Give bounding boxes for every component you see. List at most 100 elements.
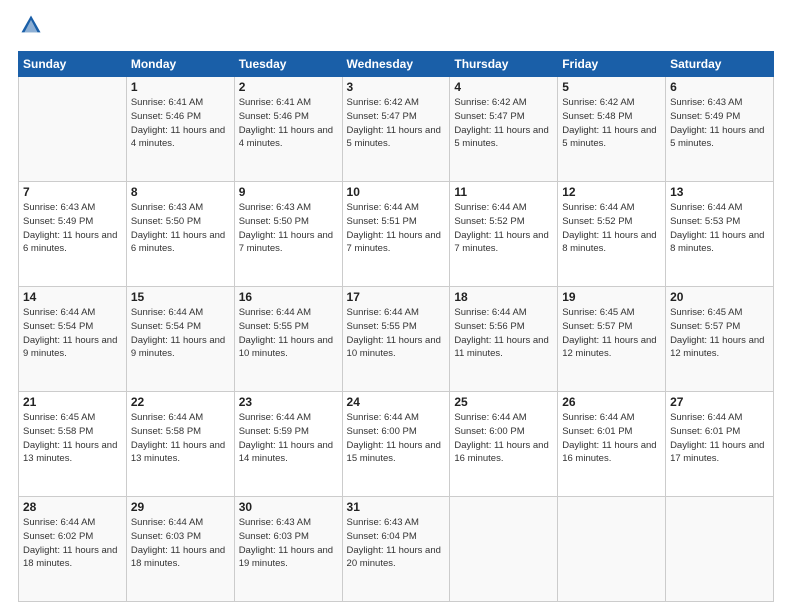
calendar-cell: 15 Sunrise: 6:44 AM Sunset: 5:54 PM Dayli… (126, 287, 234, 392)
calendar-week-row: 7Sunrise: 6:43 AM Sunset: 5:49 PM Daylig… (19, 182, 774, 287)
calendar-cell: 27Sunrise: 6:44 AM Sunset: 6:01 PM Dayli… (666, 392, 774, 497)
calendar-cell (666, 497, 774, 602)
day-number: 29 (131, 500, 230, 514)
day-number: 9 (239, 185, 338, 199)
day-number: 27 (670, 395, 769, 409)
day-info: Sunrise: 6:44 AM Sunset: 6:02 PM Dayligh… (23, 516, 122, 571)
calendar-cell: 22 Sunrise: 6:44 AM Sunset: 5:58 PM Dayli… (126, 392, 234, 497)
calendar-week-row: 14 Sunrise: 6:44 AM Sunset: 5:54 PM Dayli… (19, 287, 774, 392)
calendar-cell: 30 Sunrise: 6:43 AM Sunset: 6:03 PM Dayli… (234, 497, 342, 602)
calendar-cell: 11 Sunrise: 6:44 AM Sunset: 5:52 PM Dayli… (450, 182, 558, 287)
calendar-cell: 12 Sunrise: 6:44 AM Sunset: 5:52 PM Dayli… (558, 182, 666, 287)
day-number: 18 (454, 290, 553, 304)
calendar-cell: 21 Sunrise: 6:45 AM Sunset: 5:58 PM Dayli… (19, 392, 127, 497)
calendar-cell: 2Sunrise: 6:41 AM Sunset: 5:46 PM Daylig… (234, 77, 342, 182)
day-info: Sunrise: 6:44 AM Sunset: 6:00 PM Dayligh… (454, 411, 553, 466)
calendar-cell (19, 77, 127, 182)
day-of-week-header: Thursday (450, 52, 558, 77)
calendar-table: SundayMondayTuesdayWednesdayThursdayFrid… (18, 51, 774, 602)
day-number: 28 (23, 500, 122, 514)
calendar-cell: 31 Sunrise: 6:43 AM Sunset: 6:04 PM Dayli… (342, 497, 450, 602)
day-of-week-header: Tuesday (234, 52, 342, 77)
day-number: 22 (131, 395, 230, 409)
calendar-cell: 4 Sunrise: 6:42 AM Sunset: 5:47 PM Daylig… (450, 77, 558, 182)
day-info: Sunrise: 6:43 AM Sunset: 5:49 PM Dayligh… (670, 96, 769, 151)
calendar-cell (558, 497, 666, 602)
day-number: 6 (670, 80, 769, 94)
day-number: 1 (131, 80, 230, 94)
calendar-cell (450, 497, 558, 602)
calendar-cell: 8 Sunrise: 6:43 AM Sunset: 5:50 PM Daylig… (126, 182, 234, 287)
day-info: Sunrise: 6:44 AM Sunset: 5:54 PM Dayligh… (23, 306, 122, 361)
day-info: Sunrise: 6:43 AM Sunset: 6:03 PM Dayligh… (239, 516, 338, 571)
day-info: Sunrise: 6:44 AM Sunset: 5:51 PM Dayligh… (347, 201, 446, 256)
calendar-cell: 28 Sunrise: 6:44 AM Sunset: 6:02 PM Dayli… (19, 497, 127, 602)
calendar-cell: 26Sunrise: 6:44 AM Sunset: 6:01 PM Dayli… (558, 392, 666, 497)
day-of-week-header: Saturday (666, 52, 774, 77)
calendar-cell: 17 Sunrise: 6:44 AM Sunset: 5:55 PM Dayli… (342, 287, 450, 392)
day-info: Sunrise: 6:45 AM Sunset: 5:57 PM Dayligh… (670, 306, 769, 361)
calendar-cell: 13 Sunrise: 6:44 AM Sunset: 5:53 PM Dayli… (666, 182, 774, 287)
day-info: Sunrise: 6:43 AM Sunset: 5:49 PM Dayligh… (23, 201, 122, 256)
day-number: 13 (670, 185, 769, 199)
calendar-cell: 14 Sunrise: 6:44 AM Sunset: 5:54 PM Dayli… (19, 287, 127, 392)
calendar-cell: 16Sunrise: 6:44 AM Sunset: 5:55 PM Dayli… (234, 287, 342, 392)
logo-icon (20, 14, 42, 36)
calendar-cell: 18 Sunrise: 6:44 AM Sunset: 5:56 PM Dayli… (450, 287, 558, 392)
calendar-cell: 20 Sunrise: 6:45 AM Sunset: 5:57 PM Dayli… (666, 287, 774, 392)
day-number: 11 (454, 185, 553, 199)
page: SundayMondayTuesdayWednesdayThursdayFrid… (0, 0, 792, 612)
day-info: Sunrise: 6:44 AM Sunset: 5:53 PM Dayligh… (670, 201, 769, 256)
day-info: Sunrise: 6:42 AM Sunset: 5:47 PM Dayligh… (347, 96, 446, 151)
day-number: 4 (454, 80, 553, 94)
day-number: 14 (23, 290, 122, 304)
day-number: 16 (239, 290, 338, 304)
calendar-cell: 6 Sunrise: 6:43 AM Sunset: 5:49 PM Daylig… (666, 77, 774, 182)
day-info: Sunrise: 6:44 AM Sunset: 5:54 PM Dayligh… (131, 306, 230, 361)
header (18, 18, 774, 41)
day-number: 21 (23, 395, 122, 409)
calendar-week-row: 21 Sunrise: 6:45 AM Sunset: 5:58 PM Dayli… (19, 392, 774, 497)
day-number: 23 (239, 395, 338, 409)
day-number: 8 (131, 185, 230, 199)
day-info: Sunrise: 6:41 AM Sunset: 5:46 PM Dayligh… (131, 96, 230, 151)
day-info: Sunrise: 6:44 AM Sunset: 6:03 PM Dayligh… (131, 516, 230, 571)
day-number: 30 (239, 500, 338, 514)
day-info: Sunrise: 6:44 AM Sunset: 5:55 PM Dayligh… (347, 306, 446, 361)
day-info: Sunrise: 6:44 AM Sunset: 5:56 PM Dayligh… (454, 306, 553, 361)
logo (18, 18, 46, 41)
day-info: Sunrise: 6:44 AM Sunset: 6:00 PM Dayligh… (347, 411, 446, 466)
day-info: Sunrise: 6:45 AM Sunset: 5:58 PM Dayligh… (23, 411, 122, 466)
calendar-cell: 9 Sunrise: 6:43 AM Sunset: 5:50 PM Daylig… (234, 182, 342, 287)
calendar-cell: 19 Sunrise: 6:45 AM Sunset: 5:57 PM Dayli… (558, 287, 666, 392)
calendar-cell: 25Sunrise: 6:44 AM Sunset: 6:00 PM Dayli… (450, 392, 558, 497)
calendar-cell: 5Sunrise: 6:42 AM Sunset: 5:48 PM Daylig… (558, 77, 666, 182)
day-of-week-header: Monday (126, 52, 234, 77)
day-number: 19 (562, 290, 661, 304)
day-info: Sunrise: 6:43 AM Sunset: 6:04 PM Dayligh… (347, 516, 446, 571)
day-info: Sunrise: 6:42 AM Sunset: 5:47 PM Dayligh… (454, 96, 553, 151)
day-number: 15 (131, 290, 230, 304)
calendar-week-row: 28 Sunrise: 6:44 AM Sunset: 6:02 PM Dayli… (19, 497, 774, 602)
day-info: Sunrise: 6:44 AM Sunset: 5:52 PM Dayligh… (454, 201, 553, 256)
day-number: 24 (347, 395, 446, 409)
day-info: Sunrise: 6:45 AM Sunset: 5:57 PM Dayligh… (562, 306, 661, 361)
day-number: 12 (562, 185, 661, 199)
day-info: Sunrise: 6:43 AM Sunset: 5:50 PM Dayligh… (239, 201, 338, 256)
day-number: 31 (347, 500, 446, 514)
day-number: 17 (347, 290, 446, 304)
calendar-cell: 3Sunrise: 6:42 AM Sunset: 5:47 PM Daylig… (342, 77, 450, 182)
day-of-week-header: Sunday (19, 52, 127, 77)
day-info: Sunrise: 6:44 AM Sunset: 5:52 PM Dayligh… (562, 201, 661, 256)
day-number: 5 (562, 80, 661, 94)
calendar-cell: 24 Sunrise: 6:44 AM Sunset: 6:00 PM Dayli… (342, 392, 450, 497)
day-of-week-header: Friday (558, 52, 666, 77)
calendar-cell: 10Sunrise: 6:44 AM Sunset: 5:51 PM Dayli… (342, 182, 450, 287)
day-info: Sunrise: 6:43 AM Sunset: 5:50 PM Dayligh… (131, 201, 230, 256)
day-number: 2 (239, 80, 338, 94)
day-info: Sunrise: 6:44 AM Sunset: 6:01 PM Dayligh… (562, 411, 661, 466)
calendar-cell: 29 Sunrise: 6:44 AM Sunset: 6:03 PM Dayli… (126, 497, 234, 602)
day-info: Sunrise: 6:44 AM Sunset: 5:58 PM Dayligh… (131, 411, 230, 466)
day-number: 20 (670, 290, 769, 304)
day-of-week-header: Wednesday (342, 52, 450, 77)
